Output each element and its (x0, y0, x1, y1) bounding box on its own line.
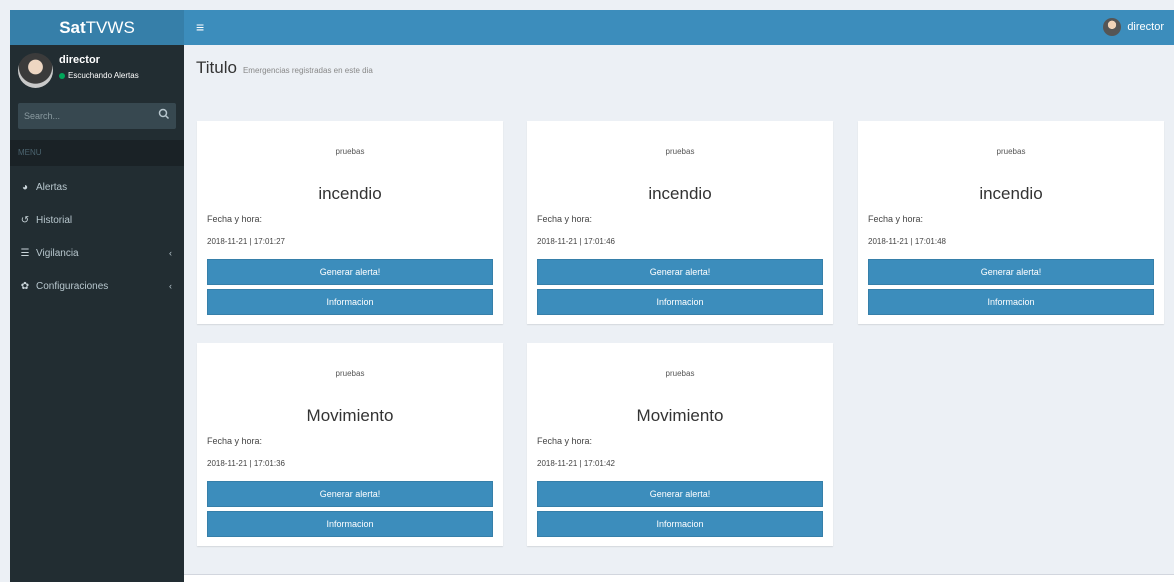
sidebar-item-vigilancia[interactable]: ☰ Vigilancia ‹ (10, 237, 184, 270)
page-title: Titulo (196, 58, 237, 77)
card-datetime: 2018-11-21 | 17:01:27 (207, 237, 285, 246)
history-icon: ↺ (20, 215, 30, 226)
card-label: pruebas (996, 147, 1026, 156)
sidebar-item-alertas[interactable]: ◕ Alertas (10, 171, 184, 204)
alert-card: pruebas incendio Fecha y hora: 2018-11-2… (527, 121, 833, 324)
avatar (1103, 18, 1122, 36)
page-subtitle: Emergencias registradas en este dia (242, 66, 373, 75)
chevron-left-icon: ‹ (169, 281, 172, 291)
card-datetime: 2018-11-21 | 17:01:42 (537, 459, 615, 468)
info-button[interactable]: Informacion (207, 511, 493, 537)
card-alert-type: incendio (648, 184, 712, 203)
user-menu[interactable]: director (1103, 18, 1164, 36)
card-label: pruebas (665, 147, 695, 156)
info-button[interactable]: Informacion (537, 289, 823, 315)
card-date-label: Fecha y hora: (207, 214, 263, 224)
alert-card: pruebas incendio Fecha y hora: 2018-11-2… (858, 121, 1164, 324)
navbar-user-name: director (1127, 21, 1164, 33)
search-icon[interactable] (158, 108, 170, 120)
user-avatar (18, 53, 53, 88)
alert-card: pruebas incendio Fecha y hora: 2018-11-2… (197, 121, 503, 324)
logo-bold-text: Sat (59, 17, 86, 37)
sidebar-item-label: Configuraciones (36, 281, 109, 292)
card-datetime: 2018-11-21 | 17:01:48 (868, 237, 946, 246)
list-icon: ☰ (20, 248, 30, 259)
generate-alert-button[interactable]: Generar alerta! (868, 259, 1154, 285)
sidebar-item-historial[interactable]: ↺ Historial (10, 204, 184, 237)
card-alert-type: Movimiento (306, 406, 394, 425)
card-label: pruebas (335, 369, 365, 378)
gear-icon: ✿ (20, 281, 30, 292)
user-panel: director Escuchando Alertas (10, 45, 184, 95)
sidebar-search (18, 103, 176, 129)
generate-alert-button[interactable]: Generar alerta! (207, 481, 493, 507)
status-dot-icon (59, 72, 65, 79)
info-button[interactable]: Informacion (207, 289, 493, 315)
card-alert-type: incendio (979, 184, 1043, 203)
card-date-label: Fecha y hora: (207, 436, 263, 446)
card-alert-type: incendio (318, 184, 382, 203)
generate-alert-button[interactable]: Generar alerta! (537, 481, 823, 507)
menu-header: MENU (10, 140, 184, 166)
card-label: pruebas (665, 369, 695, 378)
info-button[interactable]: Informacion (537, 511, 823, 537)
generate-alert-button[interactable]: Generar alerta! (537, 259, 823, 285)
sidebar-item-label: Vigilancia (36, 248, 79, 259)
logo-text: TVWS (85, 17, 135, 37)
sidebar-item-label: Alertas (36, 182, 68, 193)
top-navbar: ≡ director (184, 10, 1174, 45)
card-label: pruebas (335, 147, 365, 156)
hamburger-icon[interactable]: ≡ (196, 19, 204, 35)
card-datetime: 2018-11-21 | 17:01:46 (537, 237, 615, 246)
card-date-label: Fecha y hora: (537, 436, 593, 446)
info-button[interactable]: Informacion (868, 289, 1154, 315)
user-status-text: Escuchando Alertas (68, 71, 139, 80)
chevron-left-icon: ‹ (169, 248, 172, 258)
card-date-label: Fecha y hora: (868, 214, 924, 224)
card-alert-type: Movimiento (636, 406, 724, 425)
sidebar-menu: ◕ Alertas ↺ Historial ☰ Vigilancia ‹ ✿ C… (10, 171, 184, 303)
dashboard-icon: ◕ (21, 182, 29, 193)
sidebar-item-label: Historial (36, 215, 73, 226)
sidebar: director Escuchando Alertas MENU ◕ Alert… (10, 45, 184, 582)
user-status: Escuchando Alertas (59, 71, 139, 80)
card-date-label: Fecha y hora: (537, 214, 593, 224)
sidebar-item-configuraciones[interactable]: ✿ Configuraciones ‹ (10, 270, 184, 303)
sidebar-user-name: director (59, 54, 100, 66)
footer (184, 574, 1174, 582)
card-datetime: 2018-11-21 | 17:01:36 (207, 459, 285, 468)
alert-card: pruebas Movimiento Fecha y hora: 2018-11… (527, 343, 833, 546)
alert-card: pruebas Movimiento Fecha y hora: 2018-11… (197, 343, 503, 546)
generate-alert-button[interactable]: Generar alerta! (207, 259, 493, 285)
content-header: Titulo Emergencias registradas en este d… (196, 58, 373, 78)
app-logo[interactable]: Sat TVWS (10, 10, 184, 45)
search-input[interactable] (18, 103, 148, 129)
